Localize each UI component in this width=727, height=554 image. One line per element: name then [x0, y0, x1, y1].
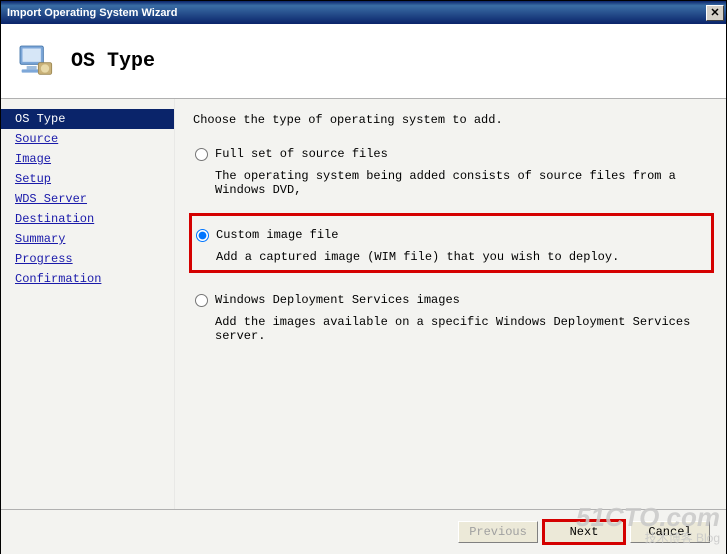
option-label: Custom image file — [216, 228, 705, 242]
instruction-text: Choose the type of operating system to a… — [193, 113, 714, 127]
radio-wds-images[interactable] — [195, 294, 208, 307]
window-title: Import Operating System Wizard — [7, 7, 177, 19]
page-title: OS Type — [71, 50, 155, 73]
wizard-header: OS Type — [1, 24, 726, 99]
option-desc: Add the images available on a specific W… — [193, 315, 714, 343]
sidebar-item-wds-server[interactable]: WDS Server — [1, 189, 174, 209]
option-desc: Add a captured image (WIM file) that you… — [194, 250, 707, 264]
wizard-footer: Previous Next Cancel — [1, 509, 726, 554]
sidebar-item-image[interactable]: Image — [1, 149, 174, 169]
option-label: Windows Deployment Services images — [215, 293, 712, 307]
sidebar: OS Type Source Image Setup WDS Server De… — [1, 99, 175, 509]
next-button[interactable]: Next — [544, 521, 624, 543]
main-panel: Choose the type of operating system to a… — [175, 99, 726, 509]
radio-full-source[interactable] — [195, 148, 208, 161]
option-custom-image[interactable]: Custom image file — [194, 224, 707, 250]
previous-button: Previous — [458, 521, 538, 543]
computer-icon — [15, 41, 55, 81]
highlight-box: Custom image file Add a captured image (… — [189, 213, 714, 273]
option-desc: The operating system being added consist… — [193, 169, 714, 197]
sidebar-item-os-type[interactable]: OS Type — [1, 109, 174, 129]
option-full-source[interactable]: Full set of source files — [193, 143, 714, 169]
sidebar-item-summary[interactable]: Summary — [1, 229, 174, 249]
sidebar-item-confirmation[interactable]: Confirmation — [1, 269, 174, 289]
close-icon: ✕ — [710, 6, 719, 19]
close-button[interactable]: ✕ — [706, 5, 724, 21]
sidebar-item-destination[interactable]: Destination — [1, 209, 174, 229]
sidebar-item-progress[interactable]: Progress — [1, 249, 174, 269]
option-wds-images[interactable]: Windows Deployment Services images — [193, 289, 714, 315]
cancel-button[interactable]: Cancel — [630, 521, 710, 543]
titlebar: Import Operating System Wizard ✕ — [1, 1, 726, 24]
wizard-body: OS Type Source Image Setup WDS Server De… — [1, 99, 726, 509]
option-label: Full set of source files — [215, 147, 712, 161]
sidebar-item-setup[interactable]: Setup — [1, 169, 174, 189]
sidebar-item-source[interactable]: Source — [1, 129, 174, 149]
radio-custom-image[interactable] — [196, 229, 209, 242]
